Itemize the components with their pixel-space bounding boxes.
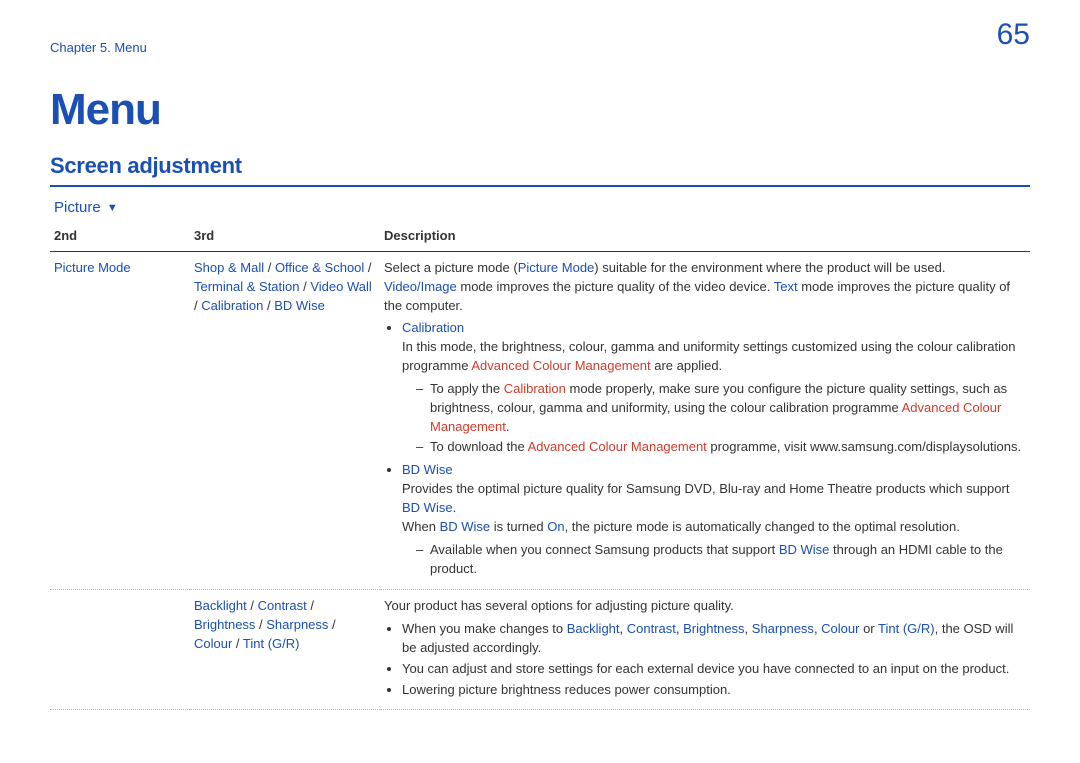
separator: / [328, 617, 335, 632]
separator: / [247, 598, 258, 613]
bullet-list: When you make changes to Backlight, Cont… [384, 620, 1022, 699]
table-row: Backlight / Contrast / Brightness / Shar… [50, 590, 1030, 709]
option: Backlight [194, 598, 247, 613]
text: Provides the optimal picture quality for… [402, 481, 1009, 496]
term-text: Text [774, 279, 798, 294]
term: Contrast [627, 621, 676, 636]
col-header-2nd: 2nd [50, 222, 190, 251]
bullet-body: In this mode, the brightness, colour, ga… [402, 338, 1022, 376]
table-header-row: 2nd 3rd Description [50, 222, 1030, 251]
separator: / [264, 260, 275, 275]
page-header: Chapter 5. Menu [50, 40, 1030, 55]
term: Colour [821, 621, 859, 636]
cell-3rd: Shop & Mall / Office & School / Terminal… [190, 251, 380, 590]
text: are applied. [651, 358, 723, 373]
option: Sharpness [266, 617, 328, 632]
bullet-item: You can adjust and store settings for ea… [402, 660, 1022, 679]
bullet-item: When you make changes to Backlight, Cont… [402, 620, 1022, 658]
text: , the picture mode is automatically chan… [565, 519, 960, 534]
option: BD Wise [274, 298, 325, 313]
text: is turned [490, 519, 547, 534]
option: Shop & Mall [194, 260, 264, 275]
text: When [402, 519, 440, 534]
cell-2nd [50, 590, 190, 709]
bullet-list: Calibration In this mode, the brightness… [384, 319, 1022, 578]
term-bd-wise: BD Wise [440, 519, 491, 534]
text: To apply the [430, 381, 504, 396]
text: , [620, 621, 627, 636]
text: . [506, 419, 510, 434]
term-calibration: Calibration [402, 320, 464, 335]
dash-item: To download the Advanced Colour Manageme… [416, 438, 1022, 457]
text: . [453, 500, 457, 515]
chevron-down-icon: ▼ [107, 202, 118, 214]
term-on: On [547, 519, 564, 534]
dash-list: To apply the Calibration mode properly, … [416, 380, 1022, 457]
term-picture-mode: Picture Mode [518, 260, 595, 275]
bullet-item: BD Wise Provides the optimal picture qua… [402, 461, 1022, 578]
term-bd-wise: BD Wise [402, 500, 453, 515]
cell-description: Select a picture mode (Picture Mode) sui… [380, 251, 1030, 590]
col-header-3rd: 3rd [190, 222, 380, 251]
cell-3rd: Backlight / Contrast / Brightness / Shar… [190, 590, 380, 709]
cell-description: Your product has several options for adj… [380, 590, 1030, 709]
text: , [745, 621, 752, 636]
col-header-description: Description [380, 222, 1030, 251]
separator: / [300, 279, 311, 294]
text: programme, visit www.samsung.com/display… [707, 439, 1021, 454]
page-title: Menu [50, 85, 1030, 135]
option: Terminal & Station [194, 279, 300, 294]
text: Available when you connect Samsung produ… [430, 542, 779, 557]
text: ) suitable for the environment where the… [594, 260, 945, 275]
dash-item: Available when you connect Samsung produ… [416, 541, 1022, 579]
chapter-label: Chapter 5. Menu [50, 40, 147, 55]
desc-paragraph: Select a picture mode (Picture Mode) sui… [384, 259, 1022, 278]
desc-paragraph: Video/Image mode improves the picture qu… [384, 278, 1022, 316]
term: Sharpness [752, 621, 814, 636]
text: Select a picture mode ( [384, 260, 518, 275]
desc-paragraph: Your product has several options for adj… [384, 597, 1022, 616]
separator: / [255, 617, 266, 632]
dash-list: Available when you connect Samsung produ… [416, 541, 1022, 579]
bullet-item: Calibration In this mode, the brightness… [402, 319, 1022, 457]
picture-dropdown[interactable]: Picture ▼ [50, 193, 1030, 222]
term-acm: Advanced Colour Management [471, 358, 650, 373]
term-bd-wise: BD Wise [402, 462, 453, 477]
option: Contrast [258, 598, 307, 613]
separator: / [232, 636, 243, 651]
text: or [859, 621, 878, 636]
option: Calibration [201, 298, 263, 313]
settings-table: 2nd 3rd Description Picture Mode Shop & … [50, 222, 1030, 710]
text: mode improves the picture quality of the… [457, 279, 774, 294]
separator: / [263, 298, 274, 313]
option: Office & School [275, 260, 364, 275]
term: Tint (G/R) [878, 621, 935, 636]
bullet-item: Lowering picture brightness reduces powe… [402, 681, 1022, 700]
text: To download the [430, 439, 528, 454]
option: Brightness [194, 617, 255, 632]
bullet-body: When BD Wise is turned On, the picture m… [402, 518, 1022, 537]
bullet-body: Provides the optimal picture quality for… [402, 480, 1022, 518]
dash-item: To apply the Calibration mode properly, … [416, 380, 1022, 437]
term-video-image: Video/Image [384, 279, 457, 294]
cell-2nd: Picture Mode [50, 251, 190, 590]
table-row: Picture Mode Shop & Mall / Office & Scho… [50, 251, 1030, 590]
separator: / [307, 598, 314, 613]
term: Backlight [567, 621, 620, 636]
term: Brightness [683, 621, 744, 636]
option: Video Wall [310, 279, 371, 294]
page-number: 65 [997, 18, 1030, 52]
manual-page: Chapter 5. Menu 65 Menu Screen adjustmen… [0, 0, 1080, 763]
separator: / [364, 260, 371, 275]
option: Tint (G/R) [243, 636, 300, 651]
term-bd-wise: BD Wise [779, 542, 830, 557]
section-heading: Screen adjustment [50, 153, 1030, 187]
term-calibration: Calibration [504, 381, 566, 396]
text: When you make changes to [402, 621, 567, 636]
term-acm: Advanced Colour Management [528, 439, 707, 454]
option: Colour [194, 636, 232, 651]
dropdown-label: Picture [54, 199, 101, 216]
